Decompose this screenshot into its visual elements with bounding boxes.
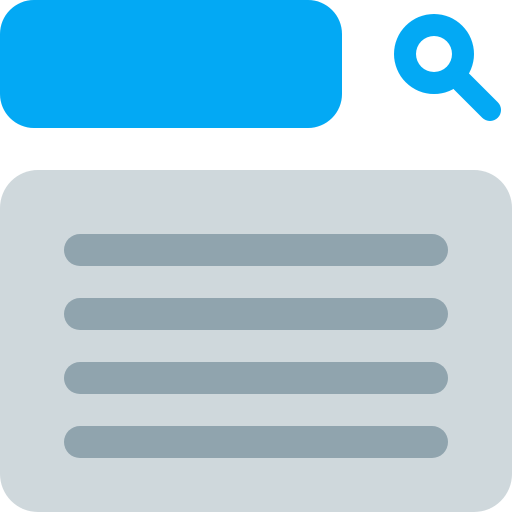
results-panel	[0, 170, 512, 512]
result-line	[64, 426, 448, 458]
search-input[interactable]	[0, 0, 342, 128]
search-results-illustration	[0, 0, 512, 512]
result-line	[64, 362, 448, 394]
search-button[interactable]	[380, 0, 512, 132]
result-line	[64, 298, 448, 330]
result-line	[64, 234, 448, 266]
search-icon	[394, 14, 501, 121]
